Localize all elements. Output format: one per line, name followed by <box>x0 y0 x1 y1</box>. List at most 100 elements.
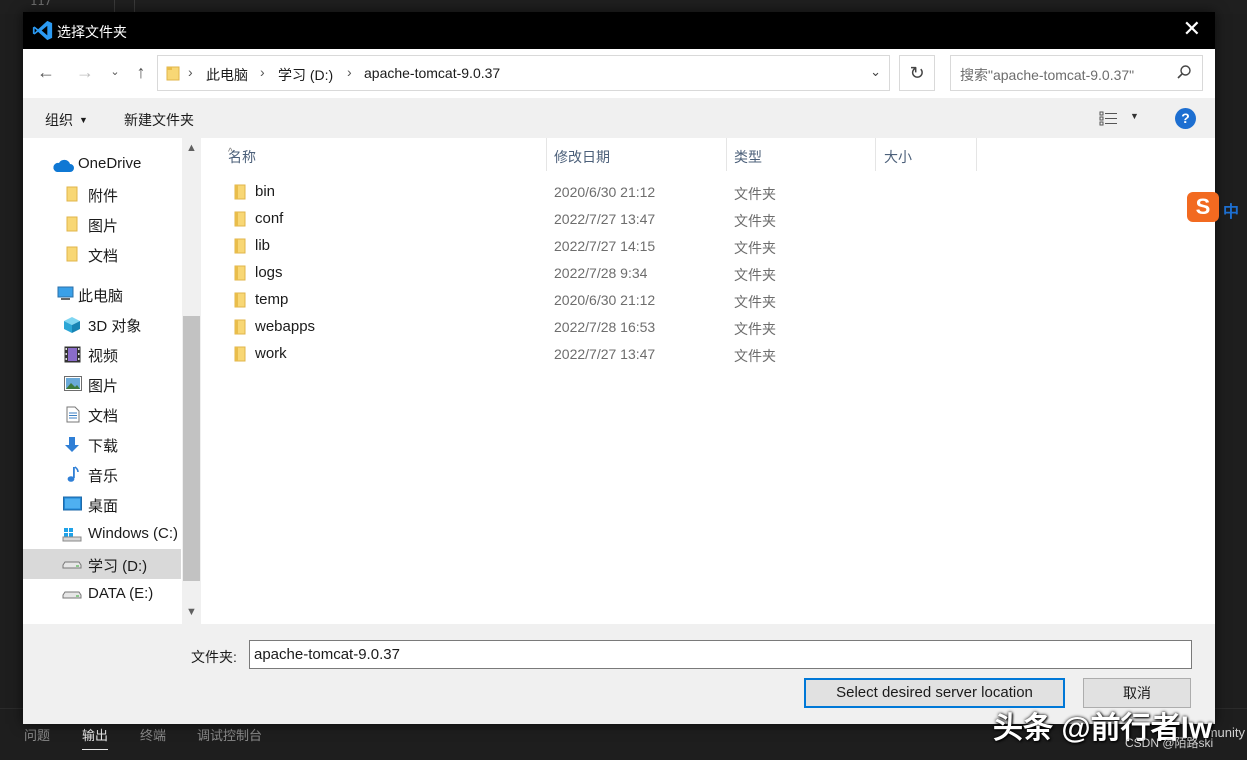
scroll-down-icon[interactable]: ▼ <box>186 606 197 618</box>
table-row[interactable]: conf 2022/7/27 13:47 文件夹 <box>201 206 1215 233</box>
organize-menu[interactable]: 组织 ▼ <box>45 110 88 130</box>
folder-icon <box>66 186 78 202</box>
recent-locations-chevron-icon[interactable]: ⌄ <box>104 60 126 84</box>
sidebar-item-3d-objects[interactable]: 3D 对象 <box>23 309 181 339</box>
file-list: 名称 ^ 修改日期 类型 大小 bin 2020/6/30 21:12 文件夹 <box>201 138 1215 624</box>
sidebar-item-desktop[interactable]: 桌面 <box>23 489 181 519</box>
file-date: 2020/6/30 21:12 <box>554 292 656 308</box>
file-name: temp <box>255 291 289 308</box>
file-date: 2022/7/27 13:47 <box>554 346 656 362</box>
chevron-down-icon[interactable]: ⌄ <box>870 64 881 80</box>
sidebar-item-pictures[interactable]: 图片 <box>23 369 181 399</box>
column-header-type[interactable]: 类型 <box>734 138 875 171</box>
refresh-icon[interactable]: ↻ <box>899 55 935 91</box>
file-name: conf <box>255 210 284 227</box>
column-header-name[interactable]: 名称 ^ <box>228 138 546 171</box>
forward-arrow-icon[interactable]: → <box>74 60 96 84</box>
sidebar-item-label: DATA (E:) <box>88 585 154 602</box>
tab-output[interactable]: 输出 <box>82 725 109 750</box>
sidebar-item-drive-e[interactable]: DATA (E:) <box>23 579 181 609</box>
sogou-logo-icon: S <box>1187 192 1219 222</box>
sidebar-item-label: 文档 <box>88 248 119 265</box>
table-row[interactable]: webapps 2022/7/28 16:53 文件夹 <box>201 314 1215 341</box>
drive-icon <box>62 561 82 569</box>
sidebar-item-label: OneDrive <box>78 155 142 172</box>
sidebar-item-videos[interactable]: 视频 <box>23 339 181 369</box>
file-date: 2022/7/28 16:53 <box>554 319 656 335</box>
column-header-label: 修改日期 <box>554 149 610 165</box>
sidebar-item-label: 下载 <box>88 438 119 455</box>
address-bar[interactable]: › 此电脑 › 学习 (D:) › apache-tomcat-9.0.37 ⌄ <box>157 55 890 91</box>
folder-name-input[interactable]: apache-tomcat-9.0.37 <box>249 640 1192 669</box>
tab-terminal[interactable]: 终端 <box>140 725 166 744</box>
sidebar-item-music[interactable]: 音乐 <box>23 459 181 489</box>
column-header-size[interactable]: 大小 <box>884 138 976 171</box>
column-divider[interactable] <box>546 138 547 171</box>
sidebar-item-label: Windows (C:) <box>88 525 179 542</box>
tab-debug-console[interactable]: 调试控制台 <box>197 725 262 744</box>
table-row[interactable]: logs 2022/7/28 9:34 文件夹 <box>201 260 1215 287</box>
file-name: work <box>255 345 287 362</box>
file-name: bin <box>255 183 276 200</box>
table-row[interactable]: temp 2020/6/30 21:12 文件夹 <box>201 287 1215 314</box>
search-icon[interactable] <box>1176 64 1192 80</box>
caret-down-icon[interactable]: ▼ <box>1130 111 1139 121</box>
file-type: 文件夹 <box>734 213 776 229</box>
sidebar-item-label: 图片 <box>88 378 119 395</box>
file-type: 文件夹 <box>734 240 776 256</box>
table-row[interactable]: work 2022/7/27 13:47 文件夹 <box>201 341 1215 368</box>
sidebar-item-drive-d[interactable]: 学习 (D:) <box>23 549 181 579</box>
search-box[interactable]: 搜索"apache-tomcat-9.0.37" <box>950 55 1203 91</box>
folder-name-value: apache-tomcat-9.0.37 <box>254 646 400 663</box>
sidebar-item-attachments[interactable]: 附件 <box>23 179 181 209</box>
folder-label: 文件夹: <box>191 649 237 665</box>
up-arrow-icon[interactable]: ↑ <box>130 60 152 84</box>
sidebar-item-label: 3D 对象 <box>88 318 142 335</box>
breadcrumb-this-pc[interactable]: 此电脑 <box>206 65 248 85</box>
sidebar-item-label: 图片 <box>88 218 119 235</box>
browser-body: OneDrive 附件 图片 文档 此电脑 3D 对象 视频 图片 文档 下载 … <box>23 138 1215 624</box>
column-header-label: 大小 <box>884 149 912 165</box>
back-arrow-icon[interactable]: ← <box>35 60 57 84</box>
scroll-up-icon[interactable]: ▲ <box>186 142 197 154</box>
sidebar-item-downloads[interactable]: 下载 <box>23 429 181 459</box>
cube-icon <box>64 317 80 333</box>
chevron-right-icon: › <box>188 64 193 80</box>
vscode-logo-icon <box>32 20 53 41</box>
document-icon <box>66 406 80 423</box>
folder-icon <box>234 184 246 200</box>
sidebar-item-documents[interactable]: 文档 <box>23 399 181 429</box>
new-folder-button[interactable]: 新建文件夹 <box>124 110 194 130</box>
close-icon[interactable]: ✕ <box>1183 18 1201 40</box>
help-icon[interactable]: ? <box>1175 108 1196 129</box>
sidebar-scrollbar[interactable]: ▲ ▼ <box>182 138 201 624</box>
table-row[interactable]: bin 2020/6/30 21:12 文件夹 <box>201 179 1215 206</box>
scrollbar-thumb[interactable] <box>183 316 200 581</box>
sidebar-item-pictures-onedrive[interactable]: 图片 <box>23 209 181 239</box>
file-type: 文件夹 <box>734 321 776 337</box>
column-divider[interactable] <box>726 138 727 171</box>
column-header-date[interactable]: 修改日期 <box>554 138 726 171</box>
folder-icon <box>166 66 180 81</box>
video-icon <box>64 346 81 363</box>
sidebar-item-this-pc[interactable]: 此电脑 <box>23 279 181 309</box>
file-name: webapps <box>255 318 316 335</box>
view-options-icon[interactable] <box>1099 110 1119 126</box>
ime-indicator[interactable]: S 中 <box>1187 190 1247 224</box>
sidebar-item-documents-onedrive[interactable]: 文档 <box>23 239 181 269</box>
column-divider[interactable] <box>976 138 977 171</box>
caret-down-icon: ▼ <box>79 115 88 125</box>
table-row[interactable]: lib 2022/7/27 14:15 文件夹 <box>201 233 1215 260</box>
sidebar-item-onedrive[interactable]: OneDrive <box>23 149 181 179</box>
breadcrumb-drive-d[interactable]: 学习 (D:) <box>278 65 333 85</box>
ime-mode-label: 中 <box>1223 204 1240 221</box>
folder-icon <box>234 265 246 281</box>
breadcrumb-current-folder[interactable]: apache-tomcat-9.0.37 <box>364 65 500 81</box>
column-divider[interactable] <box>875 138 876 171</box>
sidebar-item-drive-c[interactable]: Windows (C:) <box>23 519 181 549</box>
cloud-icon <box>53 159 74 172</box>
column-header-label: 类型 <box>734 149 762 165</box>
music-icon <box>67 466 79 482</box>
file-type: 文件夹 <box>734 294 776 310</box>
tab-problems[interactable]: 问题 <box>24 725 50 744</box>
